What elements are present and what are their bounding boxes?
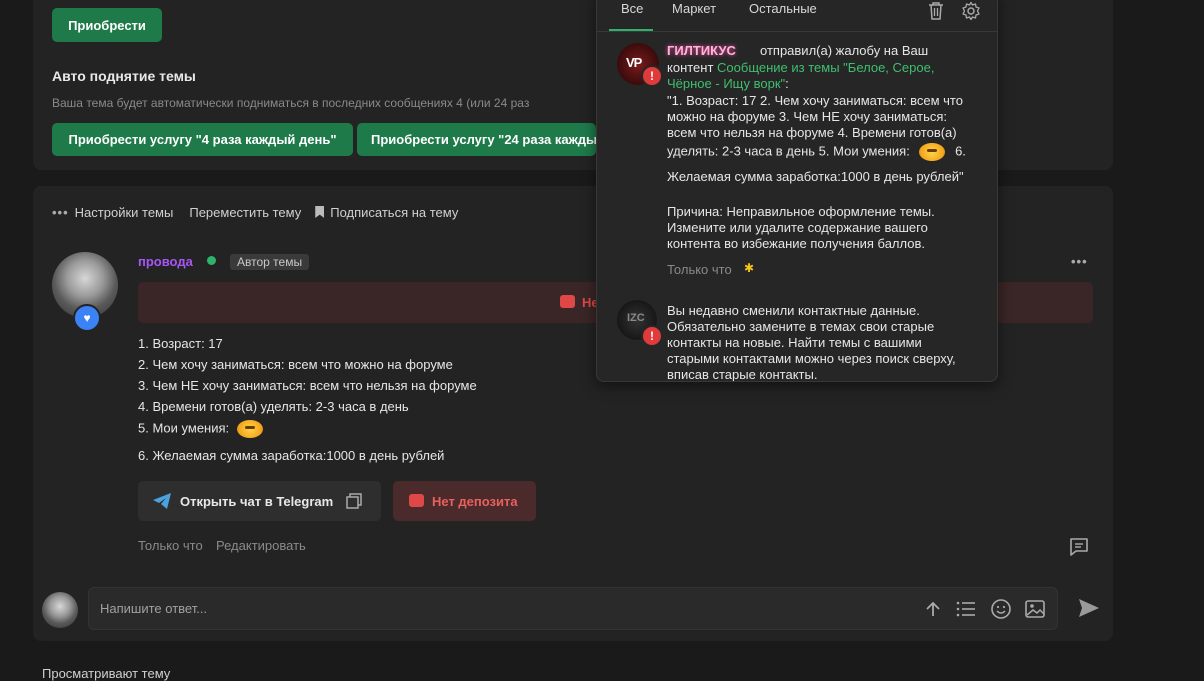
message-2-line-5: вписав старые контакты. [667,367,818,382]
smile-emoji-icon [236,420,263,438]
arrow-up-icon[interactable] [923,599,943,619]
move-thread-link[interactable]: Переместить тему [189,205,301,220]
message-2-line-2: Обязательно замените в темах свои старые [667,319,935,334]
notification-time-1: Только что [667,262,732,277]
avatar-logo-1: VP [626,55,642,70]
author-badge: Автор темы [230,254,310,270]
post-line-3: 3. Чем НЕ хочу заниматься: всем что нель… [138,378,477,393]
tab-market[interactable]: Маркет [672,1,716,16]
auto-raise-desc: Ваша тема будет автоматически подниматьс… [52,96,530,110]
telegram-button[interactable]: Открыть чат в Telegram [138,481,381,521]
thread-actions: ••• Настройки темы Переместить тему Подп… [52,204,458,220]
no-deposit-label: Нет депозита [432,494,518,509]
auto-raise-title: Авто поднятие темы [52,68,196,84]
notification-message-2: Вы недавно сменили контактные данные. Об… [667,303,956,382]
reason-line-2: Измените или удалите содержание вашего [667,220,928,235]
reason-line-3: контента во избежание получения баллов. [667,236,925,251]
heart-badge-icon: ♥ [73,304,101,332]
unread-star-icon: ✱ [744,261,755,275]
post-menu-icon[interactable]: ••• [1071,254,1088,269]
alert-icon [560,295,575,308]
notification-action: отправил(а) жалобу на Ваш [760,43,929,58]
telegram-icon [153,493,171,509]
notification-reason: Причина: Неправильное оформление темы. И… [667,204,935,252]
buy-button[interactable]: Приобрести [52,8,162,42]
image-icon[interactable] [1024,598,1046,620]
notification-content-line: контент Сообщение из темы "Белое, Серое,… [667,60,977,92]
content-word: контент [667,60,714,75]
tab-other[interactable]: Остальные [749,1,817,16]
notifications-dropdown: Все Маркет Остальные VP ! ГИЛТИКУС отпра… [596,0,998,382]
online-dot [207,256,216,265]
telegram-button-label: Открыть чат в Telegram [180,494,334,509]
trash-icon[interactable] [927,1,945,21]
emoji-icon[interactable] [990,598,1012,620]
post-time[interactable]: Только что [138,538,203,553]
notification-quote: "1. Возраст: 17 2. Чем хочу заниматься: … [667,93,966,185]
quote-line-1: "1. Возраст: 17 2. Чем хочу заниматься: … [667,93,963,108]
bookmark-icon [315,206,325,218]
buy-4-times-button[interactable]: Приобрести услугу "4 раза каждый день" [52,123,353,156]
comment-icon[interactable] [1068,536,1090,558]
no-deposit-icon [409,494,424,507]
buy-24-times-button[interactable]: Приобрести услугу "24 раза каждый [357,123,596,156]
no-deposit-button[interactable]: Нет депозита [393,481,536,521]
quote-line-4-text: уделять: 2-3 часа в день 5. Мои умения: [667,143,910,159]
quote-line-2: можно на форуме 3. Чем НЕ хочу заниматьс… [667,109,948,124]
alert-badge-icon-1: ! [641,65,663,87]
quote-line-5: Желаемая сумма заработка:1000 в день руб… [667,169,964,184]
subscribe-thread-link[interactable]: Подписаться на тему [330,205,458,220]
message-2-line-1: Вы недавно сменили контактные данные. [667,303,920,318]
post-line-1: 1. Возраст: 17 [138,336,223,351]
post-line-5-text: 5. Мои умения: [138,420,230,436]
notification-user[interactable]: ГИЛТИКУС [667,43,736,58]
edit-link[interactable]: Редактировать [216,538,306,553]
message-2-line-4: старыми контактами можно через поиск све… [667,351,956,366]
dots-icon: ••• [52,204,69,220]
alert-badge-icon-2: ! [641,325,663,347]
post-line-2: 2. Чем хочу заниматься: всем что можно н… [138,357,453,372]
tab-all[interactable]: Все [621,1,643,16]
quote-line-4: уделять: 2-3 часа в день 5. Мои умения: … [667,143,966,161]
post-line-6: 6. Желаемая сумма заработка:1000 в день … [138,448,445,463]
gear-icon[interactable] [961,1,981,21]
post-line-5: 5. Мои умения: [138,420,263,438]
list-icon[interactable] [955,599,977,619]
reply-avatar [42,592,78,628]
tabs-divider [597,31,997,32]
notification-colon: : [785,76,789,91]
quote-line-3: всем что нельзя на форуме 4. Времени гот… [667,125,957,140]
reply-input[interactable]: Напишите ответ... [100,601,207,616]
post-line-4: 4. Времени готов(а) уделять: 2-3 часа в … [138,399,409,414]
reply-box[interactable]: Напишите ответ... [88,587,1058,630]
quote-line-4-tail: 6. [955,143,966,159]
post-author[interactable]: провода [138,254,193,269]
copy-icon[interactable] [346,493,362,509]
send-icon[interactable] [1078,598,1100,618]
reason-line-1: Причина: Неправильное оформление темы. [667,204,935,219]
avatar-logo-2: IZC [627,312,645,324]
message-2-line-3: контакты на новые. Найти темы с вашими [667,335,922,350]
smile-emoji-icon-2 [919,143,946,161]
thread-settings-link[interactable]: Настройки темы [75,205,174,220]
